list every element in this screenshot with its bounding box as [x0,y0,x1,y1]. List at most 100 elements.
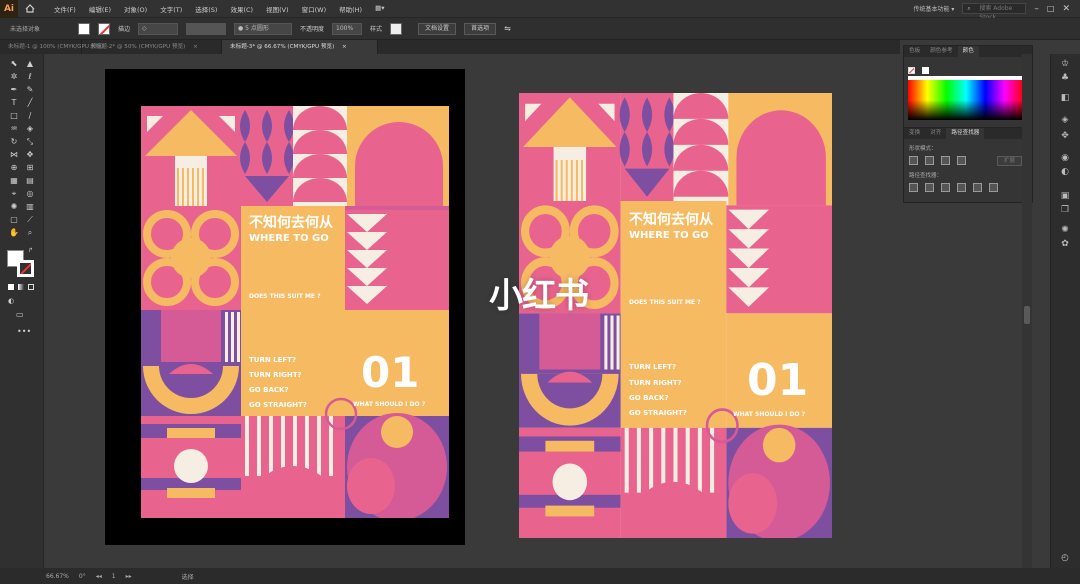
unite-icon[interactable] [909,156,918,165]
rectangle-tool-icon[interactable]: □ [8,110,20,121]
links-icon[interactable]: ◴ [1059,552,1071,564]
scale-tool-icon[interactable]: ⤡ [24,136,36,147]
exclude-icon[interactable] [957,156,966,165]
stroke-swatch[interactable] [98,22,110,35]
hand-tool-icon[interactable]: ✋ [8,227,20,238]
type-tool-icon[interactable]: T [8,97,20,108]
graphic-style-swatch[interactable] [390,22,403,35]
outline-icon[interactable] [973,183,982,192]
rotate-tool-icon[interactable]: ↻ [8,136,20,147]
perspective-grid-tool-icon[interactable]: ⊞ [24,162,36,173]
tab-align[interactable]: 对齐 [925,128,946,139]
gradient-tool-icon[interactable]: ▤ [24,175,36,186]
vertical-scrollbar[interactable] [1022,54,1032,568]
curvature-tool-icon[interactable]: ✎ [24,84,36,95]
stroke-color-swatch[interactable] [17,260,34,277]
menu-object[interactable]: 对象(O) [124,4,147,14]
graphic-styles-icon[interactable]: ❐ [1059,204,1071,216]
stroke-weight-input[interactable]: ◇ [138,22,179,35]
color-spectrum[interactable] [908,80,1024,120]
column-graph-tool-icon[interactable]: ▥ [24,201,36,212]
menu-effect[interactable]: 效果(C) [230,4,253,14]
opacity-input[interactable]: 100% [332,22,363,35]
zoom-level[interactable]: 66.67% [46,573,69,580]
gradient-mode-icon[interactable] [18,284,24,290]
artboard-tool-icon[interactable]: ▢ [8,214,20,225]
menu-window[interactable]: 窗口(W) [302,4,327,14]
menu-view[interactable]: 视图(V) [266,4,289,14]
color-white-swatch[interactable] [922,67,929,74]
pen-tool-icon[interactable]: ✒ [8,84,20,95]
merge-icon[interactable] [941,183,950,192]
color-white-strip[interactable] [908,76,1024,80]
lasso-tool-icon[interactable]: ℓ [24,71,36,82]
minimize-icon[interactable]: – [1034,4,1039,14]
menu-type[interactable]: 文字(T) [160,4,182,14]
tab-transform[interactable]: 变换 [904,128,925,139]
eraser-tool-icon[interactable]: ◈ [24,123,36,134]
arrange-documents-menu[interactable]: ▦▾ [375,4,384,14]
selection-tool-icon[interactable]: ⬉ [8,58,20,69]
poster-artboard-1[interactable]: 不知何去何从 WHERE TO GO DOES THIS SUIT ME ? T… [141,106,449,518]
workspace-switcher[interactable]: 传统基本功能 ▾ [913,4,954,13]
libraries-icon[interactable]: ♣ [1059,72,1071,84]
tab-doc-3[interactable]: 未标题-3* @ 66.67% (CMYK/GPU 预览) × [222,40,378,54]
zoom-tool-icon[interactable]: ⌕ [24,227,36,238]
blend-tool-icon[interactable]: ◎ [24,188,36,199]
preferences-button[interactable]: 首选项 [464,22,497,35]
fill-mode-icon[interactable] [8,284,14,290]
brush-select[interactable]: ● 5 点圆形 [234,22,293,35]
brushes-icon[interactable]: ✺ [1059,224,1071,236]
puppet-warp-tool-icon[interactable]: ✥ [24,149,36,160]
tab-doc-2[interactable]: 未标题-2* @ 50% (CMYK/GPU 预览) × [82,40,222,54]
appearance-icon[interactable]: ▣ [1059,190,1071,202]
swap-colors-icon[interactable]: ↱ [28,247,33,254]
crop-icon[interactable] [957,183,966,192]
artboard-number[interactable]: 1 [112,573,116,580]
more-tools-icon[interactable]: ••• [17,327,31,336]
rotate-view-angle[interactable]: 0° [79,573,86,580]
eyedropper-tool-icon[interactable]: ⌖ [8,188,20,199]
menu-edit[interactable]: 编辑(E) [89,4,111,14]
tab-color-guide[interactable]: 颜色参考 [925,46,957,57]
line-tool-icon[interactable]: ╱ [24,97,36,108]
expand-button[interactable]: 扩展 [997,156,1023,166]
artboard-navigation-next-icon[interactable]: ▸▸ [126,573,132,580]
minus-front-icon[interactable] [925,156,934,165]
menu-file[interactable]: 文件(F) [54,4,76,14]
color-none-icon[interactable] [908,67,915,74]
symbols-icon[interactable]: ✿ [1059,238,1071,250]
asset-export-icon[interactable]: ✥ [1059,130,1071,142]
tab-pathfinder[interactable]: 路径查找器 [946,128,985,139]
shaper-tool-icon[interactable]: ♒ [8,123,20,134]
properties-icon[interactable]: ♔ [1059,58,1071,70]
draw-mode-icon[interactable]: ◐ [8,297,14,305]
screen-mode-icon[interactable]: ▭ [16,310,24,319]
direct-selection-tool-icon[interactable]: ▲ [24,58,36,69]
color-panel-icon[interactable]: ◧ [1059,92,1071,104]
slice-tool-icon[interactable]: ⟋ [24,214,36,225]
transparency-icon[interactable]: ◐ [1059,166,1071,178]
tab-color[interactable]: 颜色 [957,46,979,57]
symbol-sprayer-tool-icon[interactable]: ✺ [8,201,20,212]
trim-icon[interactable] [925,183,934,192]
shape-builder-tool-icon[interactable]: ⊕ [8,162,20,173]
paintbrush-tool-icon[interactable]: ∕ [24,110,36,121]
none-mode-icon[interactable] [28,284,34,290]
arrange-icon[interactable]: ⇋ [504,24,511,33]
document-setup-button[interactable]: 文档设置 [418,22,457,35]
fill-swatch[interactable] [78,22,90,35]
close-icon[interactable]: ✕ [1062,4,1070,14]
tab-swatches[interactable]: 色板 [904,46,925,57]
tab-close-icon[interactable]: × [342,44,347,50]
stroke-panel-icon[interactable]: ◉ [1059,152,1071,164]
magic-wand-tool-icon[interactable]: ✲ [8,71,20,82]
menu-help[interactable]: 帮助(H) [339,4,362,14]
maximize-icon[interactable]: □ [1047,4,1055,13]
variable-width-select[interactable] [186,22,227,35]
stock-search-input[interactable]: ⌕ 搜索 Adobe Stock [962,3,1027,21]
divide-icon[interactable] [909,183,918,192]
home-icon[interactable] [22,0,38,18]
menu-select[interactable]: 选择(S) [195,4,217,14]
mesh-tool-icon[interactable]: ▦ [8,175,20,186]
